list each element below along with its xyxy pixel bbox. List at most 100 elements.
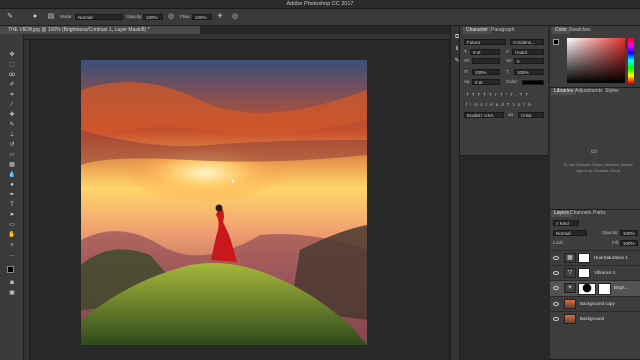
tab-adjustments[interactable]: Adjustments [572, 88, 606, 95]
layer-filter-select[interactable]: ⌕ Kind [553, 220, 579, 226]
crop-tool-icon[interactable]: ⌗ [7, 92, 17, 99]
lock-label: Lock: [553, 240, 564, 245]
visibility-eye-icon[interactable] [553, 317, 559, 321]
screen-mode-icon[interactable]: ▣ [7, 290, 17, 297]
kerning-label: VA [464, 58, 470, 63]
visibility-eye-icon[interactable] [553, 286, 559, 290]
layer-row[interactable]: Background [550, 311, 640, 326]
tab-paths[interactable]: Paths [590, 210, 609, 217]
tools-panel: ✥ ⬚ ꝏ ✐ ⌗ ⁄ ✚ ✎ ⊥ ↺ ▱ ▦ 💧 ● ✒ T ➤ ▭ ✋ ⌕ … [0, 34, 24, 360]
horizontal-scale-field[interactable]: 100% [514, 69, 544, 75]
title-bar: Adobe Photoshop CC 2017 [0, 0, 640, 9]
clone-stamp-tool-icon[interactable]: ⊥ [7, 132, 17, 139]
pressure-size-icon[interactable]: ◎ [230, 13, 240, 20]
tracking-field[interactable]: 0 [514, 58, 544, 64]
eraser-tool-icon[interactable]: ▱ [7, 152, 17, 159]
marquee-tool-icon[interactable]: ⬚ [7, 62, 17, 69]
brush-panel-icon[interactable]: ▤ [46, 13, 56, 20]
color-label: Color: [506, 79, 519, 84]
mode-select[interactable]: Normal [75, 14, 123, 20]
font-size-field[interactable]: 9 pt [470, 49, 500, 55]
font-style-select[interactable]: Condens... [510, 39, 544, 45]
visibility-eye-icon[interactable] [553, 256, 559, 260]
layer-opacity-field[interactable]: 100% [620, 230, 638, 236]
brush-preset-icon[interactable]: ✎ [5, 13, 15, 20]
antialias-label: aa [508, 112, 514, 117]
shape-tool-icon[interactable]: ▭ [7, 222, 17, 229]
move-tool-icon[interactable]: ✥ [7, 52, 17, 59]
pressure-opacity-icon[interactable]: ◎ [166, 13, 176, 20]
vertical-scale-icon: IT [464, 69, 468, 74]
blend-mode-select[interactable]: Normal [553, 230, 587, 236]
layer-row[interactable]: ▦ Hue/Saturation 1 [550, 250, 640, 265]
layer-mask-thumb[interactable] [578, 253, 590, 263]
opacity-field[interactable]: 100% [143, 14, 163, 20]
blur-tool-icon[interactable]: 💧 [7, 172, 17, 179]
type-style-buttons[interactable]: TTTTTтT¹T,TT [466, 92, 531, 98]
window-title: Adobe Photoshop CC 2017 [286, 1, 354, 7]
language-select[interactable]: English: USA [464, 112, 504, 118]
layer-mask-thumb[interactable] [578, 283, 596, 295]
kerning-field[interactable] [472, 58, 500, 64]
tab-styles[interactable]: Styles [602, 88, 622, 95]
flow-field[interactable]: 100% [192, 14, 212, 20]
vertical-scale-field[interactable]: 100% [472, 69, 500, 75]
zoom-tool-icon[interactable]: ⌕ [7, 242, 17, 249]
layer-name: Brigh... [614, 285, 629, 290]
adjustment-icon: ▽ [564, 268, 576, 278]
airbrush-icon[interactable]: ✈ [215, 13, 225, 20]
more-tools-icon[interactable]: … [7, 252, 17, 259]
tracking-icon: VA [506, 58, 512, 63]
text-color-swatch[interactable] [522, 80, 544, 85]
baseline-shift-field[interactable]: 0 pt [472, 79, 500, 85]
options-bar: ✎ ● ▤ Mode: Normal Opacity: 100% ◎ Flow:… [0, 9, 640, 26]
mode-label: Mode: [60, 14, 73, 19]
leading-field[interactable]: (Auto) [512, 49, 544, 55]
layer-mask-thumb-alt[interactable] [598, 283, 611, 295]
layer-thumbnail [564, 299, 576, 309]
antialias-select[interactable]: Crisp [518, 112, 544, 118]
opacity-label: Opacity: [126, 14, 143, 19]
hue-slider[interactable] [628, 38, 634, 83]
tab-character[interactable]: Character [463, 27, 491, 34]
font-size-icon: T [464, 49, 467, 54]
history-brush-tool-icon[interactable]: ↺ [7, 142, 17, 149]
creative-cloud-icon: ∞ [590, 146, 598, 156]
eyedropper-tool-icon[interactable]: ⁄ [7, 102, 17, 109]
pen-tool-icon[interactable]: ✒ [7, 192, 17, 199]
svg-text:+: + [230, 178, 235, 185]
visibility-eye-icon[interactable] [553, 302, 559, 306]
healing-brush-tool-icon[interactable]: ✚ [7, 112, 17, 119]
tab-swatches[interactable]: Swatches [566, 27, 594, 34]
fill-label: Fill: [612, 240, 619, 245]
layer-row[interactable]: ▽ Vibrance 1 [550, 265, 640, 280]
color-panel: Color Swatches [550, 26, 640, 88]
canvas-area[interactable]: + [30, 40, 450, 360]
visibility-eye-icon[interactable] [553, 271, 559, 275]
type-tool-icon[interactable]: T [7, 202, 17, 209]
quick-mask-icon[interactable]: ◙ [7, 280, 17, 287]
document-tab[interactable]: THE VIEW.jpg @ 100% (Brightness/Contrast… [0, 26, 200, 34]
tab-paragraph[interactable]: Paragraph [488, 27, 517, 34]
character-panel: Character Paragraph Futura Condens... T … [460, 26, 548, 156]
fill-field[interactable]: 100% [620, 240, 638, 246]
color-picker-field[interactable] [567, 38, 625, 83]
brush-size-icon[interactable]: ● [30, 13, 40, 20]
baseline-shift-icon: Aa [464, 79, 470, 84]
quick-select-tool-icon[interactable]: ✐ [7, 82, 17, 89]
brush-tool-icon[interactable]: ✎ [7, 122, 17, 129]
dodge-tool-icon[interactable]: ● [7, 182, 17, 189]
opentype-buttons[interactable]: fiơstAadT1st½ [466, 102, 534, 108]
layer-row-selected[interactable]: ☀ Brigh... [550, 280, 640, 296]
document-image[interactable]: + [30, 40, 450, 360]
hand-tool-icon[interactable]: ✋ [7, 232, 17, 239]
libraries-signin-message: To use Creative Cloud Libraries, please … [563, 162, 633, 173]
lasso-tool-icon[interactable]: ꝏ [7, 72, 17, 79]
layer-row[interactable]: Background copy [550, 296, 640, 311]
font-family-select[interactable]: Futura [464, 39, 506, 45]
fg-color-chip[interactable] [553, 39, 559, 45]
foreground-color-swatch[interactable] [7, 266, 14, 273]
gradient-tool-icon[interactable]: ▦ [7, 162, 17, 169]
path-select-tool-icon[interactable]: ➤ [7, 212, 17, 219]
layer-mask-thumb[interactable] [578, 268, 590, 278]
